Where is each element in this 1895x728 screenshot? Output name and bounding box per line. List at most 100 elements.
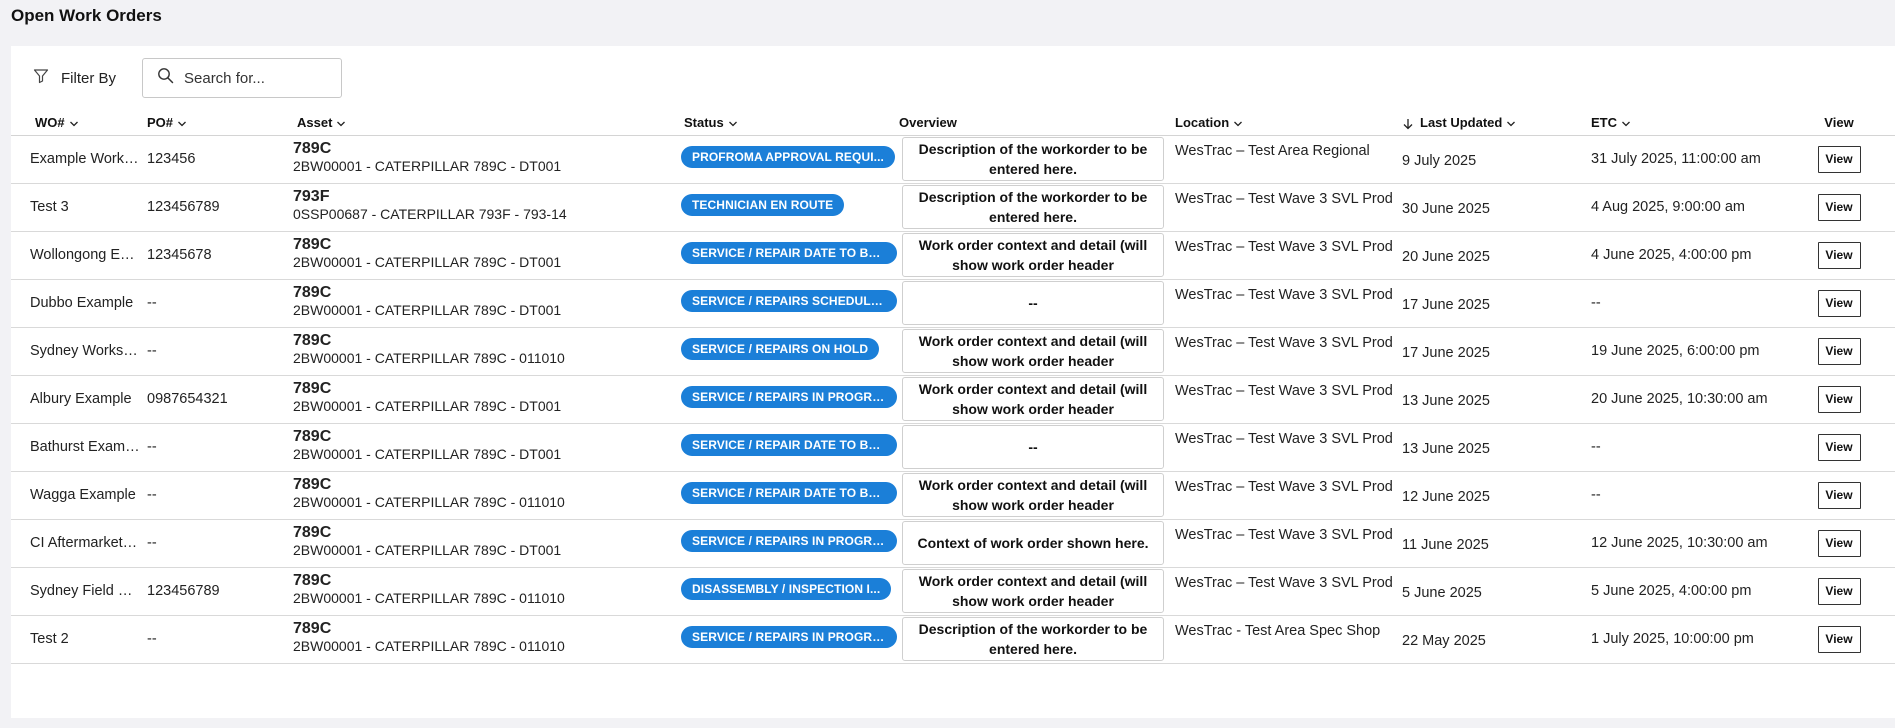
status-badge: SERVICE / REPAIRS IN PROGRESS <box>681 386 897 408</box>
chevron-down-icon <box>1234 121 1243 127</box>
table-row: Sydney Worksho... -- 789C 2BW00001 - CATERP… <box>11 327 1895 376</box>
table-row: CI Aftermarket E... -- 789C 2BW00001 - CATE… <box>11 519 1895 568</box>
status-cell: SERVICE / REPAIR DATE TO BE S... <box>678 231 899 280</box>
wo-number: Example Workor... <box>11 135 147 184</box>
asset-model: 789C <box>293 523 332 541</box>
location-text: WesTrac – Test Wave 3 SVL Prod <box>1175 382 1393 399</box>
etc-value: 20 June 2025, 10:30:00 am <box>1591 375 1783 424</box>
status-cell: SERVICE / REPAIR DATE TO BE S... <box>678 423 899 472</box>
table-row: Albury Example 0987654321 789C 2BW00001 - C… <box>11 375 1895 424</box>
chevron-down-icon <box>178 121 186 127</box>
location-cell: WesTrac - Test Area Spec Shop <box>1175 615 1402 664</box>
asset-cell: 789C 2BW00001 - CATERPILLAR 789C - DT001 <box>293 279 678 328</box>
overview-cell: Description of the workorder to be enter… <box>899 183 1175 232</box>
view-cell: View <box>1783 279 1895 328</box>
table-row: Example Workor... 123456 789C 2BW00001 - CA… <box>11 135 1895 184</box>
view-button[interactable]: View <box>1817 577 1861 605</box>
asset-cell: 789C 2BW00001 - CATERPILLAR 789C - 011010 <box>293 615 678 664</box>
po-number: -- <box>147 327 293 376</box>
location-text: WesTrac – Test Wave 3 SVL Prod <box>1175 334 1393 351</box>
view-button[interactable]: View <box>1817 433 1861 461</box>
po-number: 0987654321 <box>147 375 293 424</box>
search-input[interactable] <box>182 68 332 88</box>
status-badge: SERVICE / REPAIRS SCHEDULED <box>681 290 897 312</box>
asset-model: 789C <box>293 619 332 637</box>
status-badge: SERVICE / REPAIRS ON HOLD <box>681 338 880 360</box>
table-row: Bathurst Example -- 789C 2BW00001 - CATERPI… <box>11 423 1895 472</box>
last-updated: 17 June 2025 <box>1402 327 1591 376</box>
column-header-last-updated[interactable]: Last Updated <box>1402 111 1591 136</box>
overview-cell: Work order context and detail (will show… <box>899 231 1175 280</box>
wo-number: Sydney Field Ser... <box>11 567 147 616</box>
etc-value: 1 July 2025, 10:00:00 pm <box>1591 615 1783 664</box>
etc-value: -- <box>1591 279 1783 328</box>
view-button[interactable]: View <box>1817 529 1861 557</box>
view-button[interactable]: View <box>1817 385 1861 413</box>
wo-number: Test 2 <box>11 615 147 664</box>
location-text: WesTrac – Test Area Regional <box>1175 142 1370 159</box>
chevron-down-icon <box>337 121 346 127</box>
overview-text: Work order context and detail (will show… <box>902 569 1164 613</box>
overview-cell: Description of the workorder to be enter… <box>899 135 1175 184</box>
location-cell: WesTrac – Test Wave 3 SVL Prod <box>1175 423 1402 472</box>
asset-cell: 789C 2BW00001 - CATERPILLAR 789C - DT001 <box>293 519 678 568</box>
status-cell: SERVICE / REPAIRS SCHEDULED <box>678 279 899 328</box>
asset-model: 789C <box>293 331 332 349</box>
etc-value: -- <box>1591 423 1783 472</box>
location-cell: WesTrac – Test Wave 3 SVL Prod <box>1175 279 1402 328</box>
wo-number: Test 3 <box>11 183 147 232</box>
etc-value: 5 June 2025, 4:00:00 pm <box>1591 567 1783 616</box>
overview-text: Work order context and detail (will show… <box>902 377 1164 421</box>
view-button[interactable]: View <box>1817 145 1861 173</box>
column-header-wo[interactable]: WO# <box>11 111 147 136</box>
work-orders-table: WO# PO# Asset Status Overview Location L… <box>11 111 1895 664</box>
location-text: WesTrac – Test Wave 3 SVL Prod <box>1175 574 1393 591</box>
location-text: WesTrac – Test Wave 3 SVL Prod <box>1175 286 1393 303</box>
view-button[interactable]: View <box>1817 625 1861 653</box>
view-button[interactable]: View <box>1817 241 1861 269</box>
column-header-asset[interactable]: Asset <box>293 111 678 136</box>
table-row: Wagga Example -- 789C 2BW00001 - CATERPILLA… <box>11 471 1895 520</box>
column-header-etc[interactable]: ETC <box>1591 111 1783 136</box>
last-updated: 11 June 2025 <box>1402 519 1591 568</box>
asset-cell: 789C 2BW00001 - CATERPILLAR 789C - DT001 <box>293 135 678 184</box>
column-header-location[interactable]: Location <box>1175 111 1402 136</box>
status-cell: SERVICE / REPAIRS IN PROGRESS <box>678 519 899 568</box>
column-header-status[interactable]: Status <box>678 111 899 136</box>
overview-text: Work order context and detail (will show… <box>902 473 1164 517</box>
page-title: Open Work Orders <box>11 6 162 25</box>
column-header-po[interactable]: PO# <box>147 111 293 136</box>
overview-text: Context of work order shown here. <box>902 521 1164 565</box>
overview-cell: Work order context and detail (will show… <box>899 567 1175 616</box>
view-cell: View <box>1783 183 1895 232</box>
last-updated: 13 June 2025 <box>1402 423 1591 472</box>
overview-cell: Description of the workorder to be enter… <box>899 615 1175 664</box>
view-cell: View <box>1783 375 1895 424</box>
asset-model: 789C <box>293 283 332 301</box>
asset-model: 789C <box>293 427 332 445</box>
sort-down-arrow-icon <box>1403 118 1413 130</box>
view-button[interactable]: View <box>1817 481 1861 509</box>
view-cell: View <box>1783 231 1895 280</box>
wo-number: CI Aftermarket E... <box>11 519 147 568</box>
asset-cell: 789C 2BW00001 - CATERPILLAR 789C - 011010 <box>293 567 678 616</box>
overview-text: Description of the workorder to be enter… <box>902 137 1164 181</box>
location-cell: WesTrac – Test Wave 3 SVL Prod <box>1175 183 1402 232</box>
asset-description: 2BW00001 - CATERPILLAR 789C - DT001 <box>293 253 562 270</box>
po-number: -- <box>147 471 293 520</box>
asset-cell: 789C 2BW00001 - CATERPILLAR 789C - DT001 <box>293 423 678 472</box>
po-number: 123456789 <box>147 183 293 232</box>
chevron-down-icon <box>728 121 737 127</box>
filter-by-button[interactable]: Filter By <box>33 58 116 98</box>
last-updated: 13 June 2025 <box>1402 375 1591 424</box>
location-text: WesTrac – Test Wave 3 SVL Prod <box>1175 526 1393 543</box>
search-icon <box>157 67 174 89</box>
table-row: Dubbo Example -- 789C 2BW00001 - CATERPILLA… <box>11 279 1895 328</box>
column-header-overview: Overview <box>899 111 1175 136</box>
view-button[interactable]: View <box>1817 193 1861 221</box>
asset-description: 2BW00001 - CATERPILLAR 789C - DT001 <box>293 157 562 174</box>
asset-model: 789C <box>293 571 332 589</box>
search-field[interactable] <box>142 58 342 98</box>
view-button[interactable]: View <box>1817 289 1861 317</box>
view-button[interactable]: View <box>1817 337 1861 365</box>
